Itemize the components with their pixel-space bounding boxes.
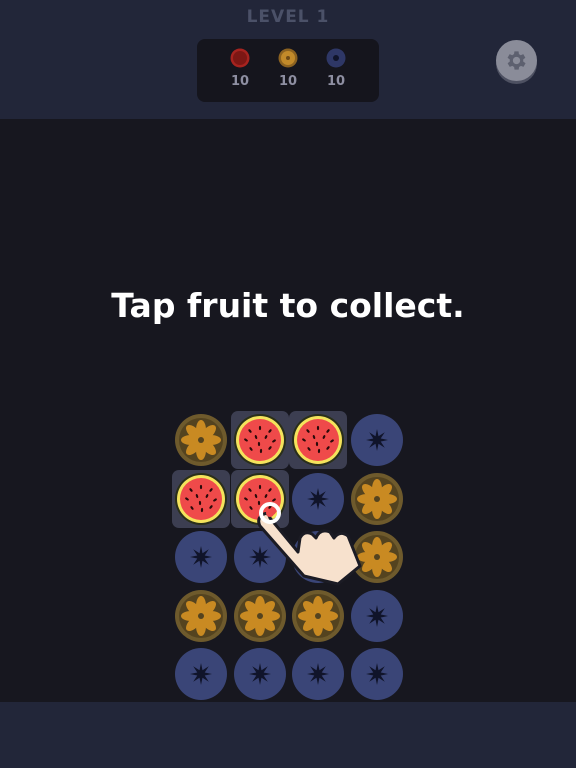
fruit-tile-blueberry[interactable] — [348, 587, 406, 645]
bottom-bar — [0, 702, 576, 768]
blueberry-icon — [350, 589, 403, 642]
pointing-hand-icon — [257, 502, 362, 586]
blueberry-icon — [233, 648, 286, 700]
orange-icon — [175, 414, 227, 466]
fruit-tile-blueberry[interactable] — [348, 411, 406, 469]
watermelon-icon — [175, 472, 227, 525]
fruit-tile-blueberry[interactable] — [172, 645, 230, 703]
orange-icon — [175, 589, 227, 642]
orange-icon — [292, 589, 344, 642]
blueberry-icon — [350, 648, 403, 700]
fruit-tile-blueberry[interactable] — [289, 645, 347, 703]
fruit-tile-blueberry[interactable] — [348, 645, 406, 703]
fruit-tile-watermelon[interactable] — [230, 411, 289, 469]
fruit-board — [0, 0, 576, 768]
fruit-tile-orange[interactable] — [231, 587, 289, 645]
orange-icon — [233, 589, 286, 642]
fruit-tile-blueberry[interactable] — [172, 528, 230, 586]
watermelon-icon — [233, 414, 286, 466]
fruit-tile-watermelon[interactable] — [289, 411, 347, 469]
fruit-tile-orange[interactable] — [172, 411, 230, 469]
fruit-tile-orange[interactable] — [172, 587, 230, 645]
fruit-tile-orange[interactable] — [289, 587, 347, 645]
blueberry-icon — [350, 414, 403, 466]
blueberry-icon — [292, 648, 344, 700]
fruit-tile-watermelon[interactable] — [172, 469, 230, 528]
blueberry-icon — [175, 648, 227, 700]
blueberry-icon — [175, 531, 227, 583]
fruit-tile-blueberry[interactable] — [231, 645, 289, 703]
watermelon-icon — [292, 414, 344, 466]
